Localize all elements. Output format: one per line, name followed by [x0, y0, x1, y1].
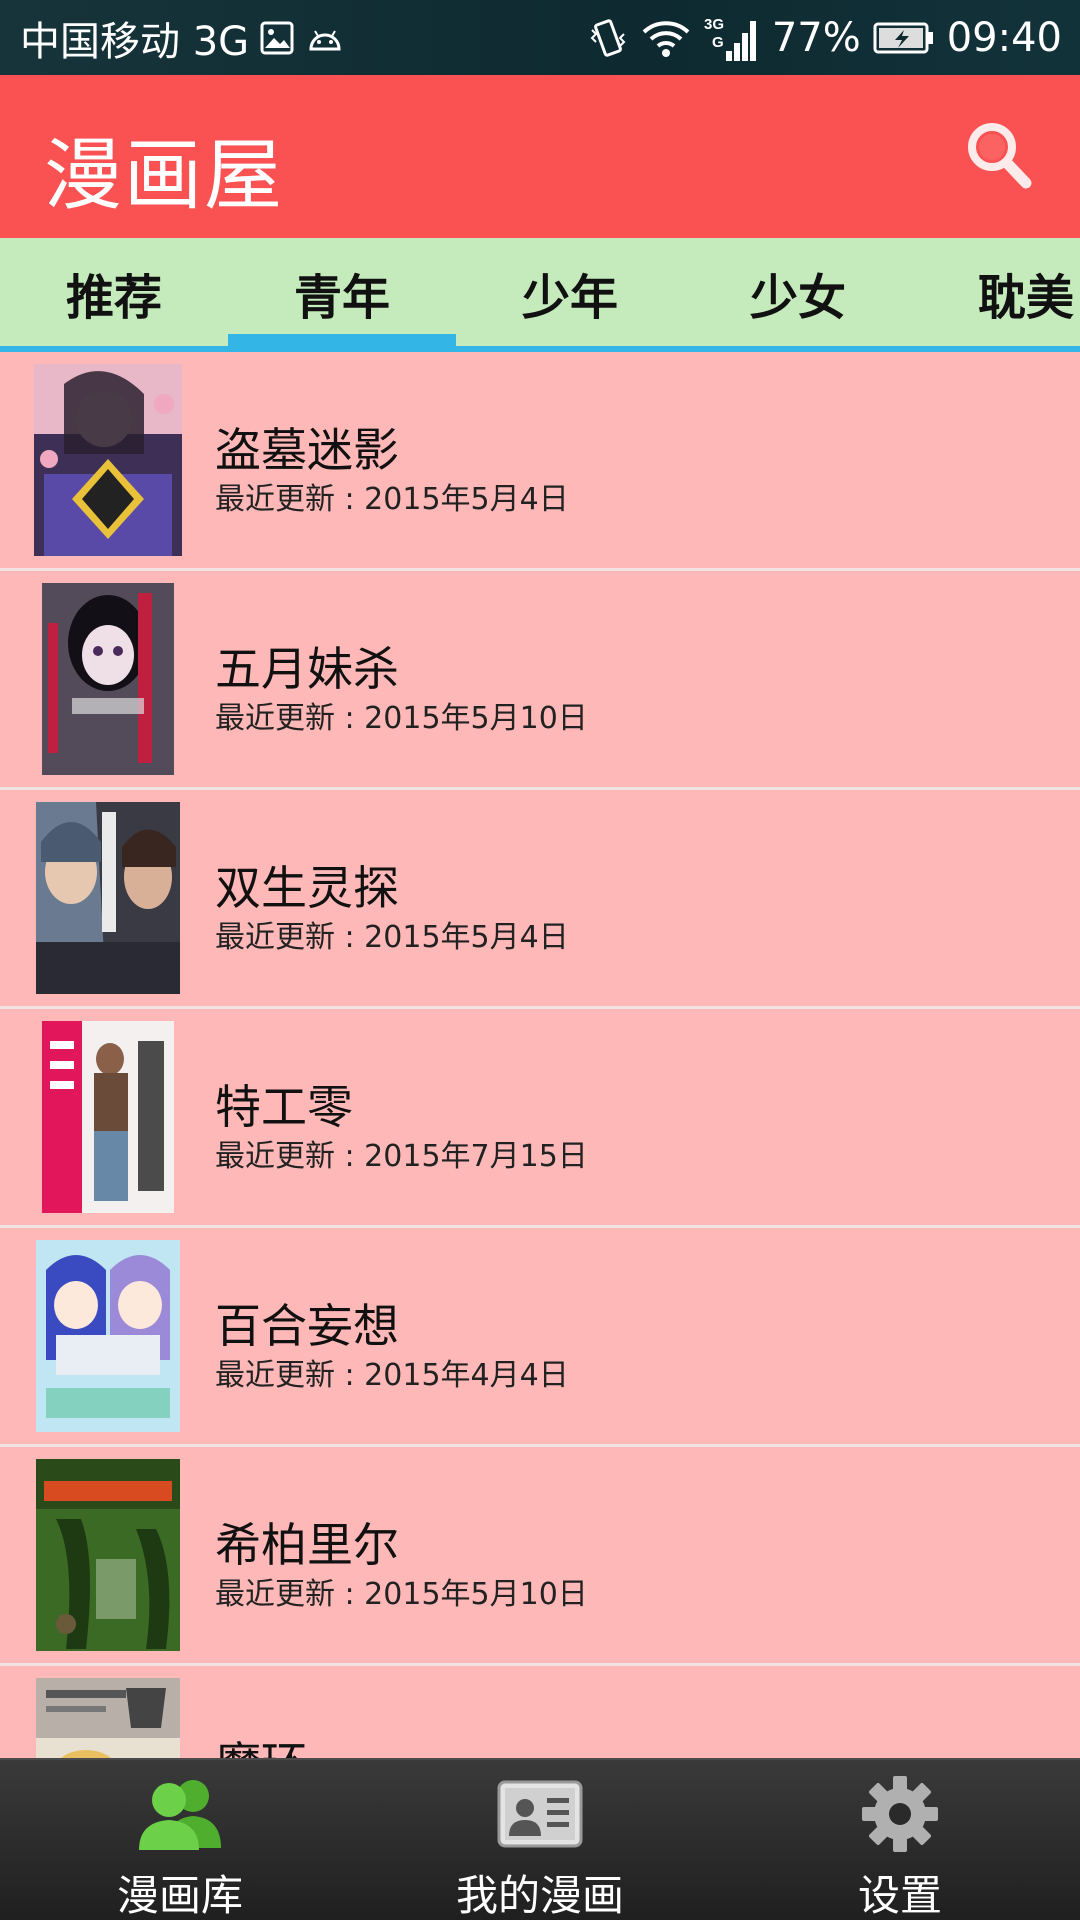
search-button[interactable] — [960, 117, 1040, 197]
tab-shojo[interactable]: 少女 — [684, 238, 912, 348]
vibrate-icon — [588, 16, 628, 60]
list-item[interactable]: 盗墓迷影 最近更新 : 2015年5月4日 — [0, 352, 1080, 571]
comic-title: 希柏里尔 — [215, 1518, 399, 1572]
tab-youth[interactable]: 青年 — [228, 238, 456, 348]
app-bar: 漫画屋 — [0, 75, 1080, 238]
comic-update-date: 最近更新 : 2015年5月4日 — [215, 482, 569, 517]
nav-label: 设置 — [857, 1871, 942, 1920]
clock: 09:40 — [946, 14, 1062, 61]
comic-cover — [36, 1240, 180, 1432]
comic-update-date: 最近更新 : 2015年5月10日 — [215, 701, 588, 736]
nav-label: 我的漫画 — [455, 1871, 624, 1920]
list-item[interactable]: 五月妹杀 最近更新 : 2015年5月10日 — [0, 571, 1080, 790]
comic-update-date: 最近更新 : 2015年4月4日 — [215, 1358, 569, 1393]
list-item[interactable]: 魔环 — [0, 1666, 1080, 1758]
list-item[interactable]: 双生灵探 最近更新 : 2015年5月4日 — [0, 790, 1080, 1009]
wifi-icon — [640, 18, 692, 58]
list-item[interactable]: 百合妄想 最近更新 : 2015年4月4日 — [0, 1228, 1080, 1447]
svg-text:G: G — [712, 34, 724, 51]
image-icon — [259, 20, 295, 56]
comic-title: 盗墓迷影 — [215, 423, 399, 477]
nav-my-comics[interactable]: 我的漫画 — [360, 1760, 720, 1920]
app-title: 漫画屋 — [44, 131, 285, 221]
comic-cover — [42, 1021, 174, 1213]
comic-cover — [36, 1678, 180, 1758]
battery-percent: 77% — [771, 14, 861, 61]
tab-shonen[interactable]: 少年 — [456, 238, 684, 348]
nav-settings[interactable]: 设置 — [720, 1760, 1080, 1920]
list-item[interactable]: 希柏里尔 最近更新 : 2015年5月10日 — [0, 1447, 1080, 1666]
battery-icon — [873, 21, 935, 55]
svg-text:3G: 3G — [704, 16, 724, 33]
gear-icon — [862, 1776, 938, 1852]
bottom-navigation: 漫画库 我的漫画 设置 — [0, 1758, 1080, 1920]
comic-title: 魔环 — [215, 1728, 307, 1758]
signal-icon: 3G G — [704, 13, 760, 63]
carrier-label: 中国移动 3G — [20, 18, 250, 65]
tab-bl[interactable]: 耽美 — [912, 238, 1080, 348]
category-tabs: 推荐 青年 少年 少女 耽美 — [0, 238, 1080, 348]
comic-update-date: 最近更新 : 2015年5月4日 — [215, 920, 569, 955]
comic-cover — [42, 583, 174, 775]
nav-comic-library[interactable]: 漫画库 — [0, 1760, 360, 1920]
nav-label: 漫画库 — [116, 1871, 243, 1920]
comic-update-date: 最近更新 : 2015年5月10日 — [215, 1577, 588, 1612]
comic-title: 百合妄想 — [215, 1299, 399, 1353]
comic-title: 特工零 — [215, 1080, 353, 1134]
tab-recommend[interactable]: 推荐 — [0, 238, 228, 348]
comic-list[interactable]: 盗墓迷影 最近更新 : 2015年5月4日 五月妹杀 最近更新 : 2015年5… — [0, 352, 1080, 1758]
comic-cover — [36, 1459, 180, 1651]
comic-update-date: 最近更新 : 2015年7月15日 — [215, 1139, 588, 1174]
comic-cover — [36, 802, 180, 994]
comic-title: 五月妹杀 — [215, 642, 399, 696]
people-icon — [139, 1780, 221, 1850]
android-icon — [305, 23, 345, 53]
comic-title: 双生灵探 — [215, 861, 399, 915]
search-icon — [968, 123, 1032, 189]
comic-cover — [34, 364, 182, 556]
status-bar: 中国移动 3G 3G G 77% 09:40 — [0, 0, 1080, 75]
list-item[interactable]: 特工零 最近更新 : 2015年7月15日 — [0, 1009, 1080, 1228]
id-card-icon — [497, 1780, 583, 1848]
